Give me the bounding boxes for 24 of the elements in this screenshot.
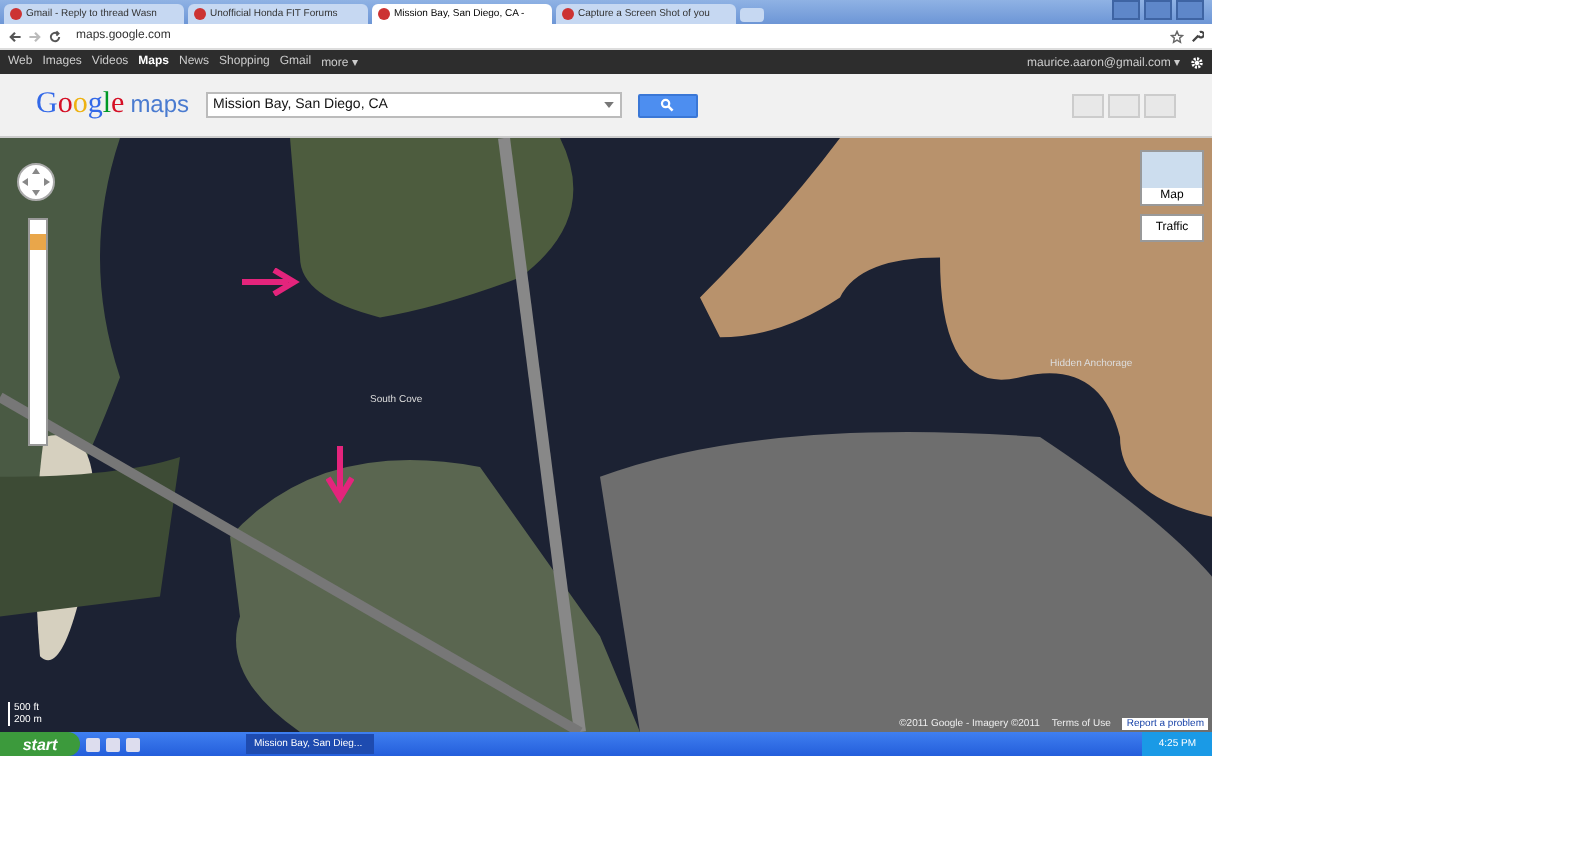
wrench-icon[interactable]: [1190, 29, 1204, 43]
search-icon: [660, 98, 675, 112]
favicon-icon: [562, 8, 574, 20]
favicon-icon: [378, 8, 390, 20]
google-maps-logo[interactable]: Google maps: [36, 88, 190, 122]
pointer-arrow-icon: [326, 444, 354, 504]
close-button[interactable]: [1176, 0, 1204, 20]
dropdown-caret-icon[interactable]: [603, 102, 614, 108]
back-arrow-icon[interactable]: [8, 29, 22, 43]
star-icon[interactable]: [1170, 29, 1184, 43]
search-button[interactable]: [637, 93, 698, 117]
favicon-icon: [194, 8, 206, 20]
new-tab-button[interactable]: [740, 8, 764, 22]
settings-icon[interactable]: [1190, 55, 1204, 69]
reload-icon[interactable]: [48, 29, 62, 43]
forward-arrow-icon[interactable]: [28, 29, 42, 43]
zoom-slider-thumb[interactable]: [30, 234, 46, 251]
start-button[interactable]: start: [0, 732, 80, 756]
pan-control-icon[interactable]: [16, 162, 56, 202]
zoom-slider[interactable]: [28, 218, 48, 446]
maximize-button[interactable]: [1144, 0, 1172, 20]
favicon-icon: [10, 8, 22, 20]
minimize-button[interactable]: [1112, 0, 1140, 20]
pointer-arrow-icon: [240, 268, 300, 296]
